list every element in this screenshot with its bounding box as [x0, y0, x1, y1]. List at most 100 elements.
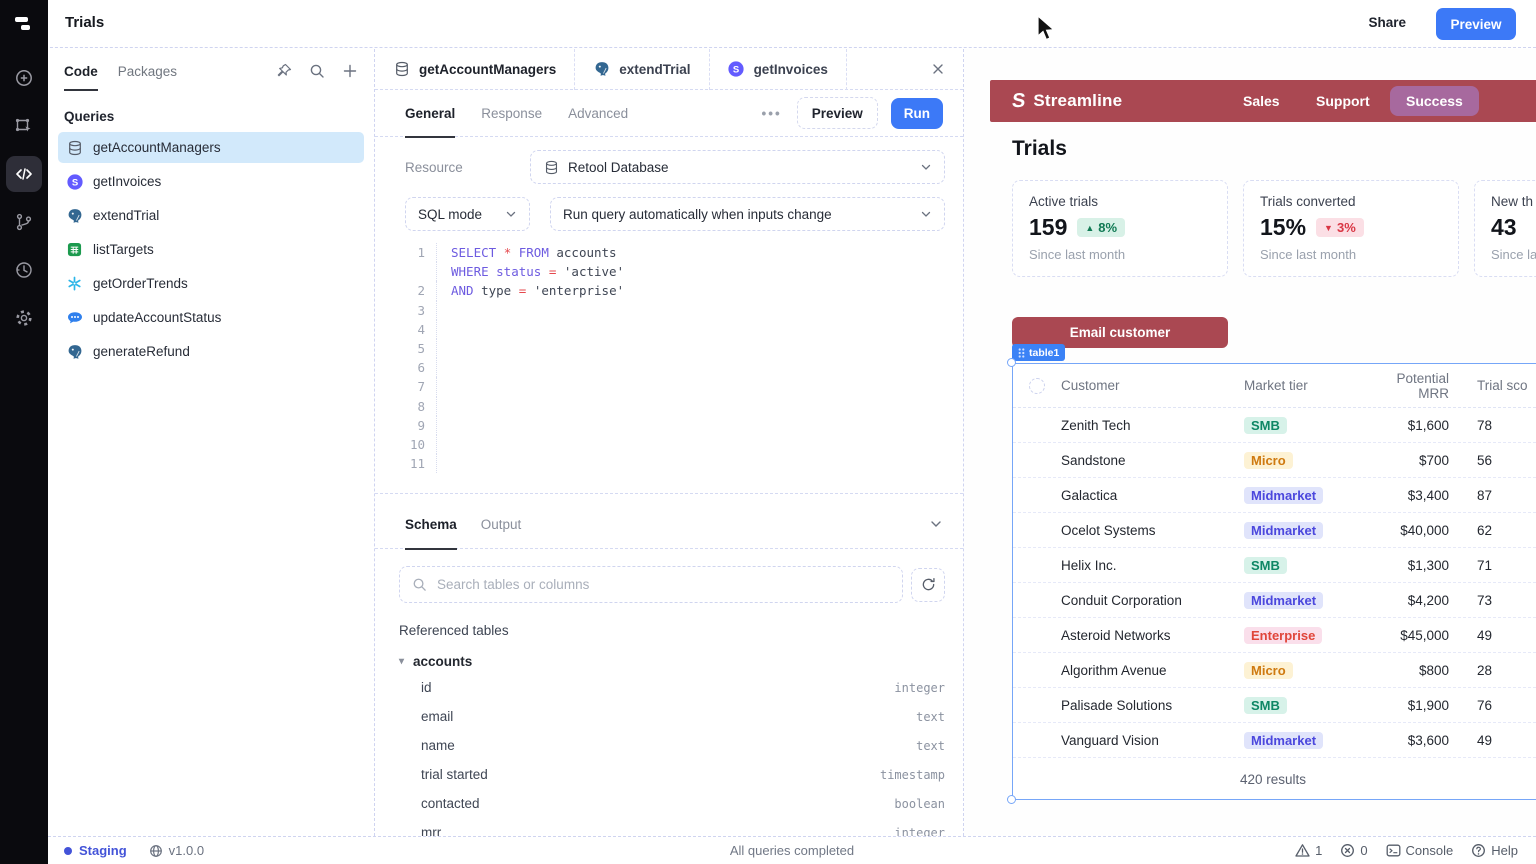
schema-field-row[interactable]: trial started timestamp [375, 760, 963, 789]
schema-field-row[interactable]: id integer [375, 673, 963, 702]
components-tool-button[interactable] [6, 108, 42, 144]
tab-output[interactable]: Output [481, 500, 522, 549]
code-panel-button[interactable] [6, 156, 42, 192]
query-tabbar: getAccountManagers extendTrial S getInvo… [375, 49, 963, 90]
table-row[interactable]: Sandstone Micro $700 56 [1013, 443, 1536, 478]
run-trigger-select[interactable]: Run query automatically when inputs chan… [550, 197, 945, 231]
cell-mrr: $700 [1364, 453, 1461, 468]
svg-text:S: S [733, 64, 739, 75]
schema-field-row[interactable]: mrr integer [375, 818, 963, 836]
tab-general[interactable]: General [405, 90, 455, 137]
tab-code[interactable]: Code [64, 52, 98, 91]
table-row[interactable]: Conduit Corporation Midmarket $4,200 73 [1013, 583, 1536, 618]
page-title: Trials [65, 14, 104, 31]
query-list-item[interactable]: listTargets [58, 234, 364, 265]
table-row[interactable]: Galactica Midmarket $3,400 87 [1013, 478, 1536, 513]
schema-field-row[interactable]: name text [375, 731, 963, 760]
pin-icon[interactable] [276, 63, 292, 79]
retool-logo[interactable] [0, 0, 48, 48]
table-row[interactable]: Palisade Solutions SMB $1,900 76 [1013, 688, 1536, 723]
console-button[interactable]: Console [1386, 843, 1454, 858]
selection-handle[interactable] [1007, 358, 1016, 367]
query-list-item[interactable]: generateRefund [58, 336, 364, 367]
search-icon[interactable] [309, 63, 325, 79]
schema-table-accounts[interactable]: ▾ accounts [399, 654, 939, 669]
customer-table[interactable]: Customer Market tier Potential MRR Trial… [1012, 363, 1536, 800]
query-preview-button[interactable]: Preview [797, 97, 878, 129]
col-trial-score[interactable]: Trial sco [1461, 378, 1536, 393]
query-tab-label: getInvoices [754, 62, 828, 77]
errors-indicator[interactable]: 0 [1340, 843, 1367, 858]
select-all-checkbox[interactable] [1029, 378, 1045, 394]
stat-card: Active trials 159 ▲ 8% Since last month [1012, 180, 1228, 277]
environment-switcher[interactable]: Staging [64, 843, 127, 858]
tab-advanced[interactable]: Advanced [568, 90, 628, 137]
history-button[interactable] [6, 252, 42, 288]
source-control-button[interactable] [6, 204, 42, 240]
tier-badge: SMB [1244, 697, 1287, 714]
query-tab[interactable]: S getInvoices [710, 49, 847, 90]
col-market-tier[interactable]: Market tier [1244, 378, 1364, 393]
schema-field-row[interactable]: email text [375, 702, 963, 731]
collapse-panel-icon[interactable] [929, 517, 943, 531]
cell-customer: Zenith Tech [1061, 418, 1244, 433]
query-tab[interactable]: getAccountManagers [375, 49, 575, 90]
query-name: generateRefund [93, 344, 190, 359]
sql-code-editor[interactable]: 1SELECT * FROM accountsWHERE status = 'a… [375, 243, 963, 494]
query-tab[interactable]: extendTrial [575, 49, 709, 90]
query-list-item[interactable]: updateAccountStatus [58, 302, 364, 333]
query-list-item[interactable]: getOrderTrends [58, 268, 364, 299]
table-row[interactable]: Vanguard Vision Midmarket $3,600 49 [1013, 723, 1536, 758]
query-list-item[interactable]: getAccountManagers [58, 132, 364, 163]
selection-handle[interactable] [1007, 795, 1016, 804]
resource-select[interactable]: Retool Database [530, 150, 945, 184]
table-widget-tag[interactable]: table1 [1012, 344, 1065, 361]
help-icon [1471, 843, 1486, 858]
schema-search-box[interactable] [399, 566, 903, 603]
tab-packages[interactable]: Packages [118, 52, 177, 91]
query-type-icon [66, 309, 83, 326]
query-list-item[interactable]: S getInvoices [58, 166, 364, 197]
settings-button[interactable] [6, 300, 42, 336]
table-row[interactable]: Algorithm Avenue Micro $800 28 [1013, 653, 1536, 688]
schema-field-row[interactable]: contacted boolean [375, 789, 963, 818]
stat-cards: Active trials 159 ▲ 8% Since last month … [1012, 180, 1536, 277]
close-tab-icon[interactable] [927, 58, 949, 80]
col-customer[interactable]: Customer [1061, 378, 1244, 393]
nav-support[interactable]: Support [1316, 80, 1370, 122]
cell-customer: Algorithm Avenue [1061, 663, 1244, 678]
run-query-button[interactable]: Run [891, 98, 943, 129]
add-button[interactable] [6, 60, 42, 96]
resource-value: Retool Database [568, 160, 669, 175]
tab-response[interactable]: Response [481, 90, 542, 137]
table-row[interactable]: Ocelot Systems Midmarket $40,000 62 [1013, 513, 1536, 548]
schema-search-input[interactable] [435, 576, 890, 593]
tab-schema[interactable]: Schema [405, 500, 457, 549]
table-row[interactable]: Zenith Tech SMB $1,600 78 [1013, 408, 1536, 443]
help-button[interactable]: Help [1471, 843, 1518, 858]
cell-score: 71 [1461, 558, 1536, 573]
query-name: getAccountManagers [93, 140, 221, 155]
nav-sales[interactable]: Sales [1243, 80, 1280, 122]
col-potential-mrr[interactable]: Potential MRR [1364, 371, 1461, 401]
field-name: id [421, 680, 432, 695]
app-page-title: Trials [1012, 137, 1067, 161]
preview-app-button[interactable]: Preview [1436, 8, 1516, 40]
cell-customer: Conduit Corporation [1061, 593, 1244, 608]
add-query-icon[interactable] [342, 63, 358, 79]
version-selector[interactable]: v1.0.0 [149, 843, 204, 858]
warnings-indicator[interactable]: 1 [1295, 843, 1322, 858]
table-results-count: 420 results [1013, 758, 1533, 800]
query-mode-select[interactable]: SQL mode [405, 197, 530, 231]
table-row[interactable]: Asteroid Networks Enterprise $45,000 49 [1013, 618, 1536, 653]
table-row[interactable]: Helix Inc. SMB $1,300 71 [1013, 548, 1536, 583]
nav-success[interactable]: Success [1390, 86, 1479, 116]
query-list-item[interactable]: extendTrial [58, 200, 364, 231]
code-icon [14, 164, 34, 184]
share-button[interactable]: Share [1356, 9, 1418, 36]
drag-handle-icon [1018, 348, 1025, 358]
table-header-row: Customer Market tier Potential MRR Trial… [1013, 364, 1536, 408]
more-options-icon[interactable]: ••• [760, 106, 784, 121]
refresh-schema-button[interactable] [911, 568, 945, 602]
cell-customer: Galactica [1061, 488, 1244, 503]
